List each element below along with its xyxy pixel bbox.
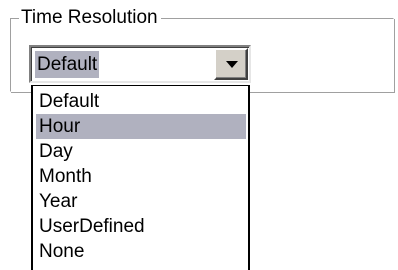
dropdown-option-year[interactable]: Year: [36, 189, 246, 214]
dropdown-option-day[interactable]: Day: [36, 139, 246, 164]
time-resolution-dropdown-list[interactable]: Default Hour Day Month Year UserDefined …: [31, 85, 250, 270]
dropdown-option-hour[interactable]: Hour: [36, 114, 246, 139]
dropdown-option-month[interactable]: Month: [36, 164, 246, 189]
groupbox-title: Time Resolution: [19, 7, 161, 29]
dropdown-option-none[interactable]: None: [36, 239, 246, 264]
dropdown-button[interactable]: [214, 48, 248, 80]
time-resolution-combobox[interactable]: Default: [29, 45, 251, 83]
chevron-down-icon: [226, 61, 238, 68]
combo-selected-value[interactable]: Default: [35, 51, 100, 78]
dropdown-option-userdefined[interactable]: UserDefined: [36, 214, 246, 239]
dropdown-option-default[interactable]: Default: [36, 89, 246, 114]
